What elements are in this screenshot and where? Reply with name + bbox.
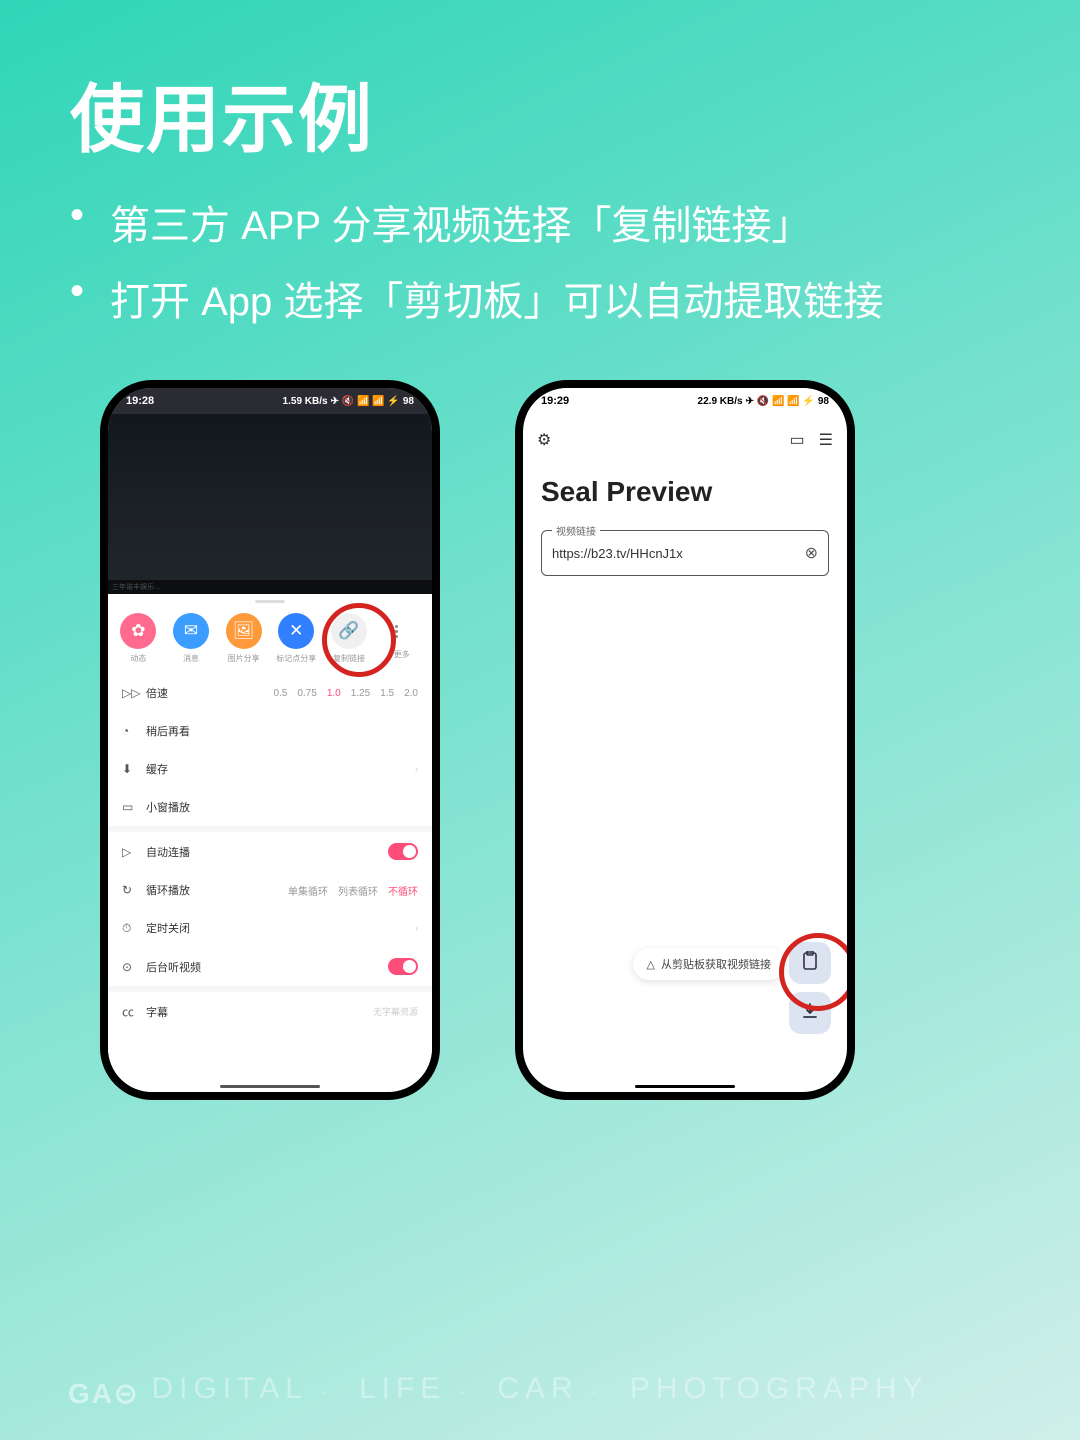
download-fab[interactable] — [789, 992, 831, 1034]
loop-icon: ↻ — [122, 883, 138, 897]
share-moments-button[interactable]: ✿动态 — [115, 613, 161, 664]
status-icons: 22.9 KB/s✈ 🔇 📶 📶 ⚡98 — [698, 396, 829, 407]
autoplay-row[interactable]: ▷自动连播 — [108, 832, 432, 871]
loop-row[interactable]: ↻循环播放 单集循环 列表循环 不循环 — [108, 871, 432, 909]
phone-mockup-left: 19:28 1.59 KB/s✈ 🔇 📶 📶 ⚡98 三年诺丰娱乐… ✿动态 ✉… — [100, 380, 440, 1100]
copy-link-button[interactable]: 🔗复制链接 — [326, 613, 372, 664]
phone-mockup-right: 19:29 22.9 KB/s✈ 🔇 📶 📶 ⚡98 ⚙ ▭ ☰ Seal Pr… — [515, 380, 855, 1100]
footer-watermark: GA⊝ DIGITAL· LIFE· CAR· PHOTOGRAPHY — [0, 1372, 1080, 1406]
envelope-icon: ✉ — [173, 613, 209, 649]
url-input[interactable]: 视频链接 https://b23.tv/HHcnJ1x ⊗ — [541, 530, 829, 576]
clear-icon[interactable]: ⊗ — [805, 543, 818, 563]
field-label: 视频链接 — [552, 523, 600, 538]
fan-icon: ✿ — [120, 613, 156, 649]
pip-icon: ▭ — [122, 800, 138, 814]
status-bar: 19:29 22.9 KB/s✈ 🔇 📶 📶 ⚡98 — [523, 388, 847, 414]
video-caption-bar: 三年诺丰娱乐… — [108, 580, 432, 594]
clock-icon: ◔ — [122, 724, 138, 738]
status-icons: 1.59 KB/s✈ 🔇 📶 📶 ⚡98 — [283, 396, 414, 407]
slide-title: 使用示例 — [70, 60, 374, 167]
share-sheet: ✿动态 ✉消息 🖼图片分享 ✕标记点分享 🔗复制链接 更多 ▷▷ 倍速 0.5 … — [108, 594, 432, 1092]
home-indicator[interactable] — [635, 1085, 735, 1088]
speed-options[interactable]: 0.5 0.75 1.0 1.25 1.5 2.0 — [273, 688, 418, 699]
clipboard-tooltip: △ 从剪贴板获取视频链接 — [633, 948, 785, 980]
watch-later-row[interactable]: ◔稍后再看 — [108, 712, 432, 750]
share-message-button[interactable]: ✉消息 — [168, 613, 214, 664]
status-time: 19:28 — [126, 395, 154, 407]
more-button[interactable]: 更多 — [379, 613, 425, 660]
speed-row[interactable]: ▷▷ 倍速 0.5 0.75 1.0 1.25 1.5 2.0 — [108, 674, 432, 712]
play-icon: ▷ — [122, 845, 138, 859]
link-icon: 🔗 — [331, 613, 367, 649]
home-indicator[interactable] — [220, 1085, 320, 1088]
status-time: 19:29 — [541, 395, 569, 407]
headphones-icon: ⊙ — [122, 960, 138, 974]
timer-row[interactable]: ⏱定时关闭› — [108, 909, 432, 947]
download-icon — [801, 1002, 819, 1025]
sheet-handle[interactable] — [255, 600, 285, 603]
bullet-1: 第三方 APP 分享视频选择「复制链接」 — [70, 193, 1010, 251]
chevron-right-icon: › — [415, 923, 418, 933]
video-thumbnail: 三年诺丰娱乐… — [108, 414, 432, 594]
terminal-icon[interactable]: ▭ — [790, 430, 805, 450]
clipboard-icon — [801, 951, 819, 976]
bullet-2: 打开 App 选择「剪切板」可以自动提取链接 — [70, 269, 1010, 327]
speed-icon: ▷▷ — [122, 686, 138, 700]
share-marker-button[interactable]: ✕标记点分享 — [273, 613, 319, 664]
app-toolbar: ⚙ ▭ ☰ — [523, 414, 847, 450]
settings-icon[interactable]: ⚙ — [537, 430, 551, 450]
timer-icon: ⏱ — [122, 921, 138, 936]
image-icon: 🖼 — [226, 613, 262, 649]
status-bar: 19:28 1.59 KB/s✈ 🔇 📶 📶 ⚡98 — [108, 388, 432, 414]
subtitle-row[interactable]: ㏄字幕无字幕资源 — [108, 992, 432, 1031]
app-title: Seal Preview — [523, 450, 847, 526]
marker-icon: ✕ — [278, 613, 314, 649]
clipboard-fab[interactable] — [789, 942, 831, 984]
pip-row[interactable]: ▭小窗播放 — [108, 788, 432, 826]
cache-row[interactable]: ⬇缓存› — [108, 750, 432, 788]
chevron-right-icon: › — [415, 764, 418, 774]
bullet-list: 第三方 APP 分享视频选择「复制链接」 打开 App 选择「剪切板」可以自动提… — [70, 175, 1010, 345]
share-actions-row: ✿动态 ✉消息 🖼图片分享 ✕标记点分享 🔗复制链接 更多 — [108, 607, 432, 674]
loop-options[interactable]: 单集循环 列表循环 不循环 — [288, 883, 418, 898]
subtitle-icon: ㏄ — [122, 1003, 138, 1020]
footer-logo: GA⊝ — [68, 1377, 139, 1410]
background-listen-row[interactable]: ⊙后台听视频 — [108, 947, 432, 986]
queue-icon[interactable]: ☰ — [819, 430, 833, 450]
url-value: https://b23.tv/HHcnJ1x — [552, 546, 805, 561]
download-icon: ⬇ — [122, 762, 138, 776]
share-image-button[interactable]: 🖼图片分享 — [221, 613, 267, 664]
autoplay-toggle[interactable] — [388, 843, 418, 860]
bg-listen-toggle[interactable] — [388, 958, 418, 975]
more-icon — [379, 613, 415, 649]
bell-icon: △ — [647, 958, 655, 971]
